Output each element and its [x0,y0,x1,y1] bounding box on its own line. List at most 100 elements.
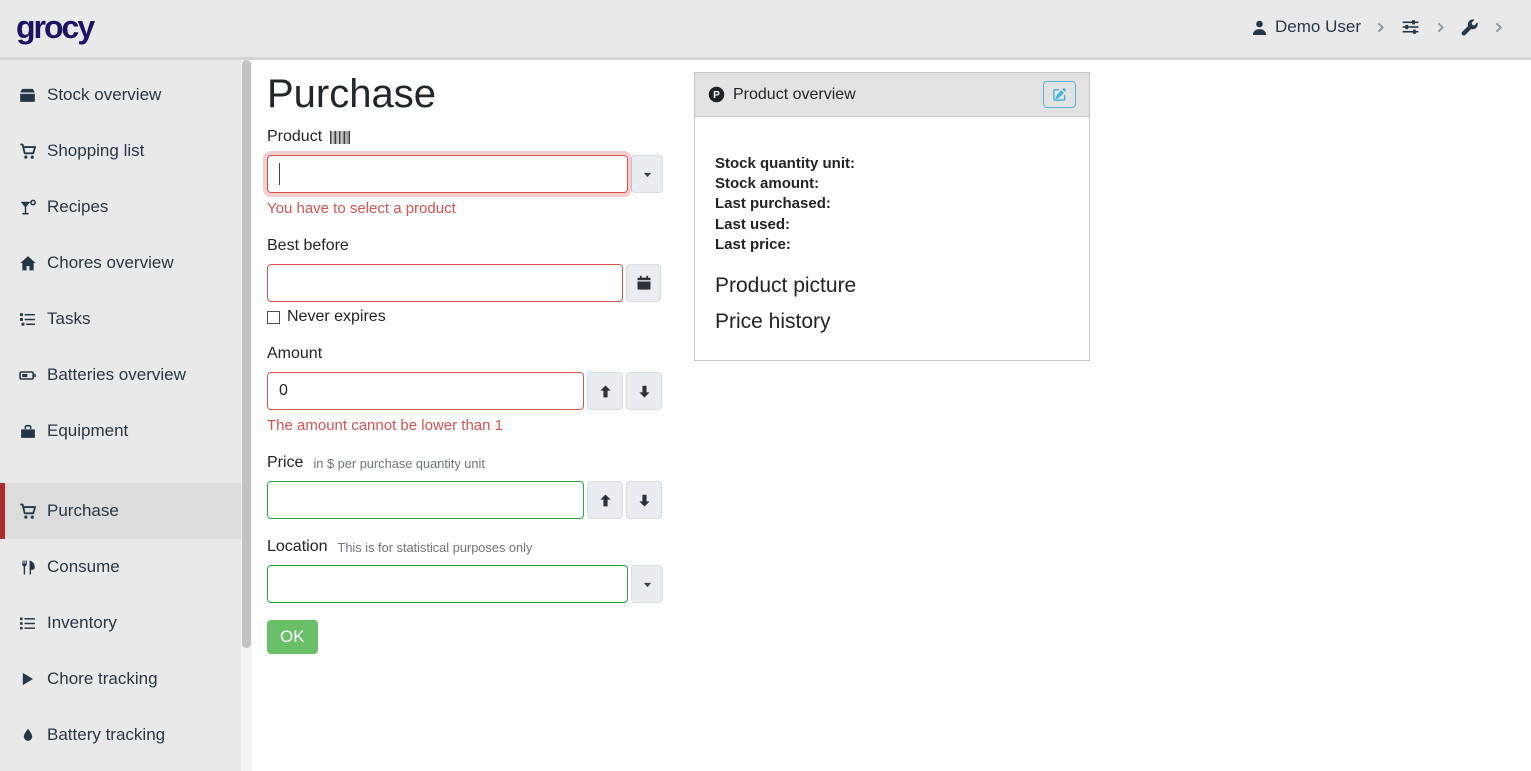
angle-right-icon[interactable] [1434,21,1447,34]
price-label-row: Price in $ per purchase quantity unit [267,454,667,472]
product-label: Product [267,128,322,146]
price-label: Price [267,454,303,472]
amount-increment-button[interactable] [587,372,623,410]
never-expires-checkbox[interactable] [267,311,280,324]
edit-product-button[interactable] [1043,81,1076,108]
sidebar-item-label: Chores overview [47,253,174,273]
sliders-icon[interactable] [1400,18,1421,36]
stock-field-label: Stock quantity unit: [715,154,1069,174]
price-history-heading: Price history [715,310,1069,334]
stock-field-label: Last purchased: [715,194,1069,214]
price-input[interactable] [267,481,584,519]
product-picture-heading: Product picture [715,274,1069,298]
product-overview-header: P Product overview [695,73,1089,117]
sidebar-item-recipes[interactable]: Recipes [0,179,252,235]
product-overview-card: P Product overview Stock quantity unit: … [694,72,1090,361]
sidebar-item-chores-overview[interactable]: Chores overview [0,235,252,291]
sidebar-item-battery-tracking[interactable]: Battery tracking [0,707,252,763]
best-before-input[interactable] [267,264,623,302]
shopping-cart-icon [17,503,38,520]
tasks-icon [17,311,38,328]
utensils-icon [17,559,38,576]
svg-text:P: P [713,90,720,101]
price-increment-button[interactable] [587,481,623,519]
angle-right-icon[interactable] [1374,21,1387,34]
barcode-icon[interactable] [330,131,353,144]
sidebar-item-label: Batteries overview [47,365,186,385]
never-expires-label: Never expires [287,308,386,326]
page-title: Purchase [267,70,436,118]
location-label-row: Location This is for statistical purpose… [267,538,667,556]
best-before-label-text: Best before [267,237,349,255]
amount-input[interactable] [267,372,584,410]
sidebar-item-shopping-list[interactable]: Shopping list [0,123,252,179]
amount-label: Amount [267,345,667,363]
tint-icon [17,727,38,743]
price-decrement-button[interactable] [626,481,662,519]
product-hunt-icon: P [708,86,725,103]
sidebar-nav: Stock overview Shopping list Recipes Cho… [0,60,252,763]
stock-field-label: Stock amount: [715,174,1069,194]
sidebar-item-tasks[interactable]: Tasks [0,291,252,347]
location-dropdown-button[interactable] [631,565,663,603]
sidebar-item-purchase[interactable]: Purchase [0,483,252,539]
best-before-label: Best before [267,237,667,255]
cocktail-icon [17,199,38,216]
angle-right-icon[interactable] [1492,21,1505,34]
ok-button[interactable]: OK [267,620,318,654]
sidebar-item-equipment[interactable]: Equipment [0,403,252,459]
sidebar: Stock overview Shopping list Recipes Cho… [0,60,252,771]
amount-decrement-button[interactable] [626,372,662,410]
battery-icon [17,367,38,384]
shopping-cart-icon [17,143,38,160]
home-icon [17,255,38,272]
user-icon [1251,19,1268,36]
price-hint: in $ per purchase quantity unit [313,456,484,471]
sidebar-item-label: Battery tracking [47,725,165,745]
wrench-icon[interactable] [1460,18,1479,37]
product-overview-title: Product overview [733,86,856,104]
location-input[interactable] [267,565,628,603]
toolbox-icon [17,423,38,440]
top-navbar: grocy Demo User [0,0,1531,60]
sidebar-scrollbar-thumb[interactable] [242,60,251,648]
location-label: Location [267,538,328,556]
sidebar-item-chore-tracking[interactable]: Chore tracking [0,651,252,707]
sidebar-item-label: Chore tracking [47,669,158,689]
product-overview-body: Stock quantity unit: Stock amount: Last … [695,117,1089,334]
sidebar-item-label: Purchase [47,501,119,521]
location-hint: This is for statistical purposes only [338,540,533,555]
sidebar-item-label: Stock overview [47,85,161,105]
sidebar-item-consume[interactable]: Consume [0,539,252,595]
user-menu[interactable]: Demo User [1251,17,1361,37]
box-icon [17,87,38,104]
sidebar-item-label: Equipment [47,421,128,441]
purchase-form: Product You have to select a product Bes… [267,128,667,654]
product-input[interactable] [267,155,628,193]
amount-label-text: Amount [267,345,322,363]
user-label: Demo User [1275,17,1361,37]
sidebar-item-batteries-overview[interactable]: Batteries overview [0,347,252,403]
sidebar-scrollbar [241,60,252,771]
never-expires-row: Never expires [267,308,667,326]
sidebar-item-label: Recipes [47,197,108,217]
app-logo[interactable]: grocy [16,9,93,46]
sidebar-item-label: Shopping list [47,141,144,161]
sidebar-item-label: Inventory [47,613,117,633]
sidebar-item-label: Tasks [47,309,90,329]
sidebar-item-label: Consume [47,557,120,577]
play-icon [17,671,38,687]
product-label-row: Product [267,128,667,146]
product-dropdown-button[interactable] [631,155,663,193]
navbar-right: Demo User [1251,17,1505,37]
stock-field-label: Last price: [715,235,1069,255]
sidebar-item-inventory[interactable]: Inventory [0,595,252,651]
sidebar-item-stock-overview[interactable]: Stock overview [0,67,252,123]
stock-field-label: Last used: [715,215,1069,235]
product-overview-title-row: P Product overview [708,86,856,104]
list-icon [17,615,38,632]
text-cursor [279,163,280,185]
product-error: You have to select a product [267,200,667,217]
amount-error: The amount cannot be lower than 1 [267,417,667,434]
calendar-button[interactable] [626,264,661,302]
